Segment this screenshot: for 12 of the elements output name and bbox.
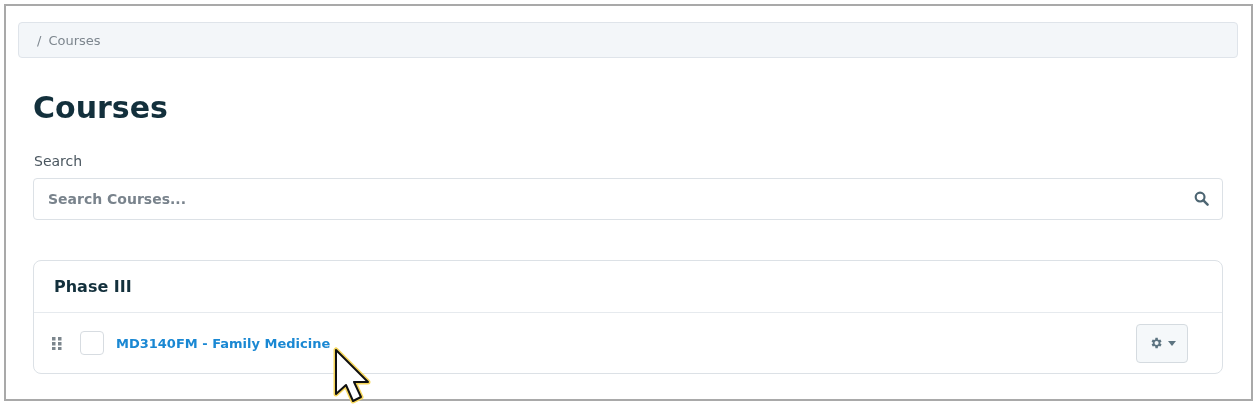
breadcrumb-separator: / [37,32,42,48]
drag-handle-icon[interactable] [52,336,62,350]
breadcrumb-item: Courses [48,32,101,48]
group-title: Phase III [54,277,132,296]
search-label: Search [34,152,84,170]
course-checkbox[interactable] [80,331,104,355]
course-link[interactable]: MD3140FM - Family Medicine [116,335,1136,351]
caret-icon [1167,340,1176,346]
page-title: Courses [33,89,169,127]
search-field[interactable]: Search Courses... [33,178,1223,220]
search-icon[interactable] [1194,191,1209,206]
settings-dropdown-button[interactable] [1136,323,1188,363]
